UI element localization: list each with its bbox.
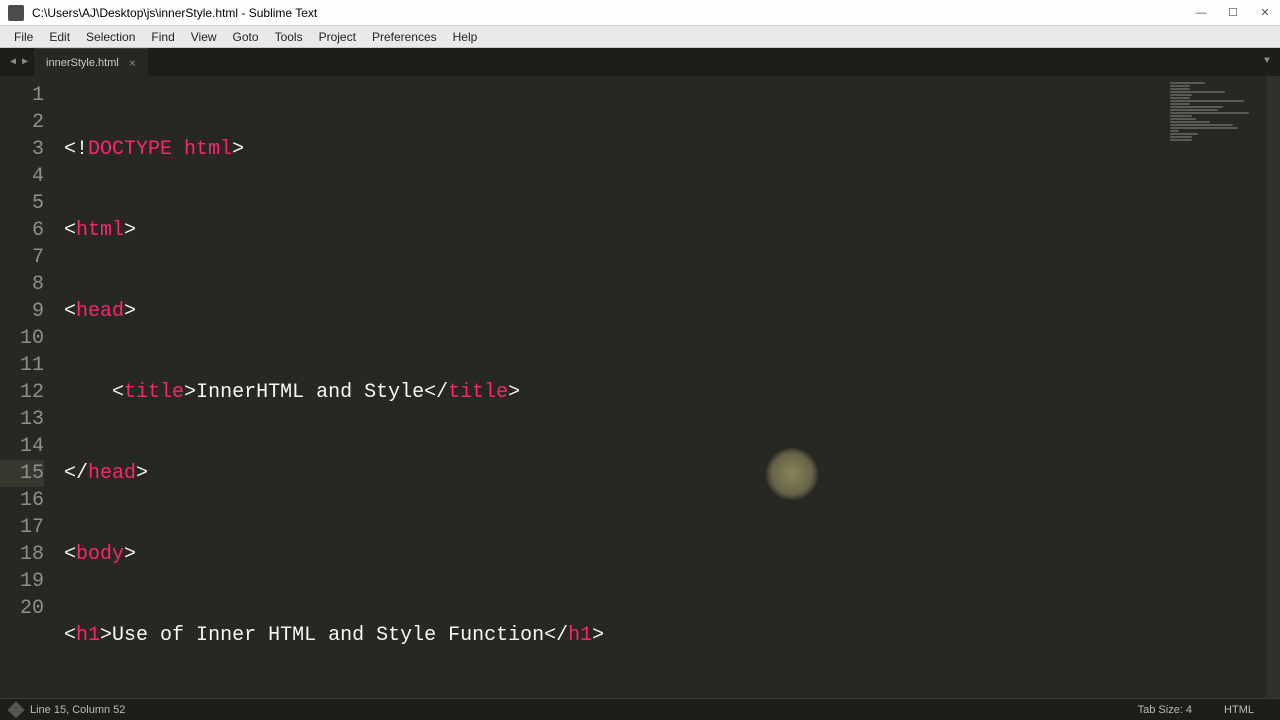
vertical-scrollbar[interactable]: [1266, 76, 1280, 698]
menu-view[interactable]: View: [183, 30, 225, 44]
minimap[interactable]: [1166, 76, 1266, 698]
status-bar: Line 15, Column 52 Tab Size: 4 HTML: [0, 698, 1280, 720]
menubar: File Edit Selection Find View Goto Tools…: [0, 26, 1280, 48]
menu-edit[interactable]: Edit: [41, 30, 78, 44]
window-title: C:\Users\AJ\Desktop\js\innerStyle.html -…: [32, 6, 1194, 20]
menu-tools[interactable]: Tools: [267, 30, 311, 44]
tab-bar: ◀ ▶ innerStyle.html × ▼: [0, 48, 1280, 76]
tab-close-icon[interactable]: ×: [129, 56, 136, 70]
line-number-gutter: 1234567891011121314151617181920: [0, 76, 56, 698]
tab-title: innerStyle.html: [46, 57, 119, 69]
close-button[interactable]: ✕: [1258, 6, 1272, 20]
menu-preferences[interactable]: Preferences: [364, 30, 445, 44]
menu-project[interactable]: Project: [311, 30, 364, 44]
status-tab-size[interactable]: Tab Size: 4: [1122, 704, 1208, 716]
tab-overflow-icon[interactable]: ▼: [1264, 56, 1270, 67]
menu-file[interactable]: File: [6, 30, 41, 44]
editor-area[interactable]: 1234567891011121314151617181920 <!DOCTYP…: [0, 76, 1280, 698]
app-icon: [8, 5, 24, 21]
maximize-button[interactable]: ☐: [1226, 6, 1240, 20]
tab-nav-arrows[interactable]: ◀ ▶: [4, 48, 34, 76]
menu-find[interactable]: Find: [143, 30, 182, 44]
tab-innerstyle[interactable]: innerStyle.html ×: [34, 48, 148, 76]
status-cursor-position[interactable]: Line 15, Column 52: [30, 704, 125, 716]
menu-selection[interactable]: Selection: [78, 30, 143, 44]
minimize-button[interactable]: —: [1194, 6, 1208, 20]
window-titlebar: C:\Users\AJ\Desktop\js\innerStyle.html -…: [0, 0, 1280, 26]
menu-goto[interactable]: Goto: [225, 30, 267, 44]
status-syntax[interactable]: HTML: [1208, 704, 1270, 716]
menu-help[interactable]: Help: [445, 30, 486, 44]
status-icon[interactable]: [8, 701, 25, 718]
code-content[interactable]: <!DOCTYPE html> <html> <head> <title>Inn…: [56, 76, 1166, 698]
